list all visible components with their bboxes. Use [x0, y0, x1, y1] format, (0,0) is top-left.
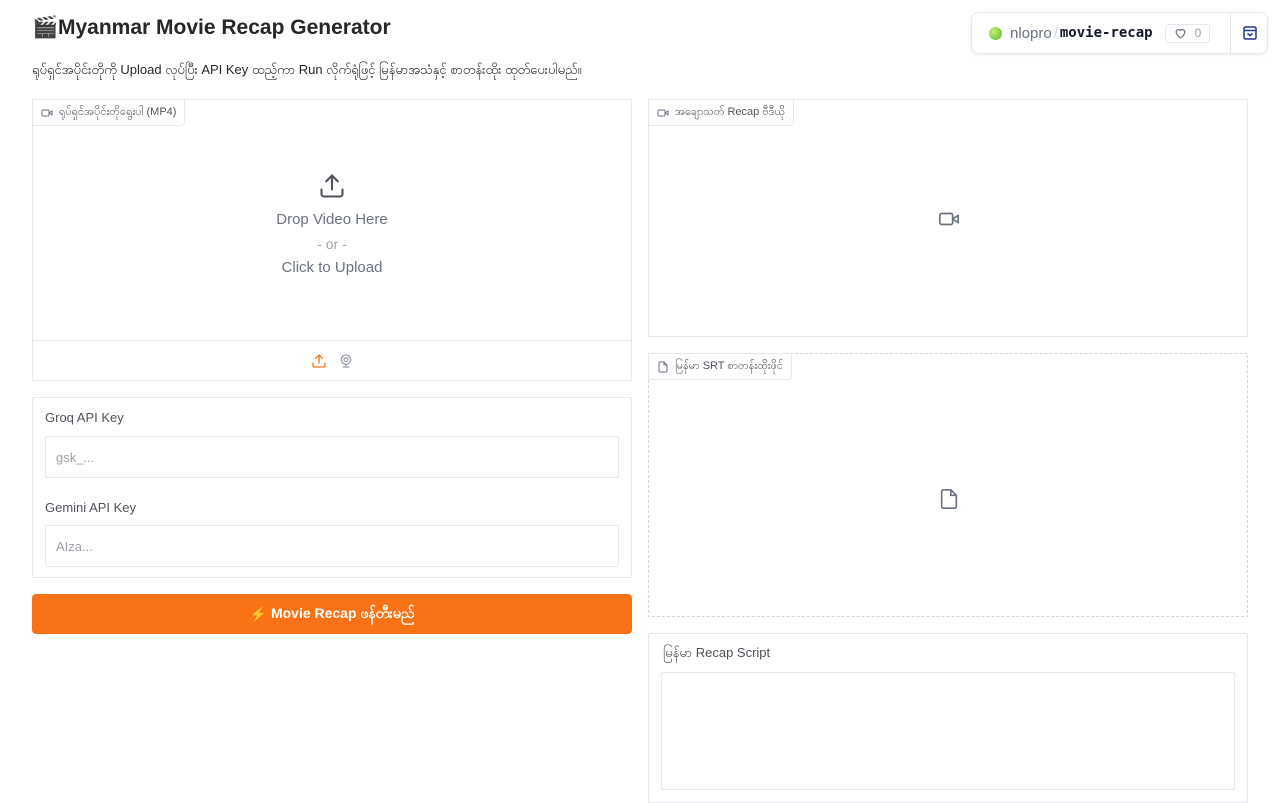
file-placeholder-icon — [940, 489, 958, 509]
recap-script-textarea[interactable] — [661, 672, 1235, 790]
page-subtitle: ရုပ်ရှင်အပိုင်းတိုကို Upload လုပ်ပြီး AP… — [32, 62, 582, 77]
srt-file-label-text: မြန်မာ SRT စာတန်းထိုးဖိုင် — [675, 359, 784, 372]
generate-recap-button[interactable]: ⚡ Movie Recap ဖန်တီးမည် — [32, 594, 632, 634]
badge-divider — [1230, 13, 1231, 53]
space-owner-link[interactable]: nlopro — [1010, 25, 1052, 42]
srt-file-block: မြန်မာ SRT စာတန်းထိုးဖိုင် — [648, 353, 1248, 617]
video-icon — [41, 109, 53, 116]
webcam-icon — [340, 353, 351, 368]
recap-script-label: မြန်မာ Recap Script — [663, 645, 771, 660]
space-separator: / — [1053, 24, 1058, 42]
upload-source-button[interactable] — [310, 352, 327, 369]
file-icon — [658, 361, 668, 372]
webcam-source-button[interactable] — [337, 352, 354, 369]
like-button[interactable]: 0 — [1164, 23, 1211, 43]
recap-script-block: မြန်မာ Recap Script — [648, 633, 1248, 803]
space-repo-link[interactable]: movie-recap — [1060, 25, 1153, 41]
api-keys-block: Groq API Key Gemini API Key — [32, 397, 632, 578]
gemini-key-input[interactable] — [45, 525, 619, 567]
space-status-icon — [989, 26, 1002, 40]
clapperboard-icon: 🎬 — [32, 16, 59, 39]
video-dropzone[interactable]: Drop Video Here - or - Click to Upload — [33, 172, 631, 280]
space-badge: nlopro / movie-recap 0 — [971, 12, 1268, 54]
generate-recap-label: Movie Recap ဖန်တီးမည် — [270, 604, 415, 621]
groq-key-input[interactable] — [45, 436, 619, 478]
video-icon — [657, 109, 669, 116]
output-video-label: အချောသတ် Recap ဗီဒီယို — [648, 99, 795, 126]
collapse-header-icon[interactable] — [1242, 25, 1258, 41]
like-count: 0 — [1194, 26, 1202, 40]
source-selector — [33, 340, 631, 380]
or-text: - or - — [317, 236, 347, 252]
gemini-key-label: Gemini API Key — [45, 500, 137, 515]
video-upload-label: ရုပ်ရှင်အပိုင်းတိုရွေးပါ (MP4) — [32, 99, 186, 126]
output-video-block: အချောသတ် Recap ဗီဒီယို — [648, 99, 1248, 337]
video-upload-label-text: ရုပ်ရှင်အပိုင်းတိုရွေးပါ (MP4) — [59, 105, 177, 118]
lightning-icon: ⚡ — [249, 605, 268, 622]
srt-file-label: မြန်မာ SRT စာတန်းထိုးဖိုင် — [648, 353, 793, 380]
page-title: 🎬Myanmar Movie Recap Generator — [32, 16, 391, 40]
upload-icon — [320, 174, 344, 198]
video-placeholder-icon — [939, 212, 959, 226]
groq-key-label: Groq API Key — [45, 410, 124, 425]
video-upload-block: ရုပ်ရှင်အပိုင်းတိုရွေးပါ (MP4) Drop Vide… — [32, 99, 632, 381]
heart-icon — [1175, 28, 1186, 39]
upload-source-icon — [311, 353, 326, 368]
output-video-label-text: အချောသတ် Recap ဗီဒီယို — [675, 105, 786, 118]
page-title-text: Myanmar Movie Recap Generator — [58, 16, 391, 39]
drop-text: Drop Video Here — [276, 211, 388, 228]
click-to-upload-text: Click to Upload — [281, 259, 383, 276]
